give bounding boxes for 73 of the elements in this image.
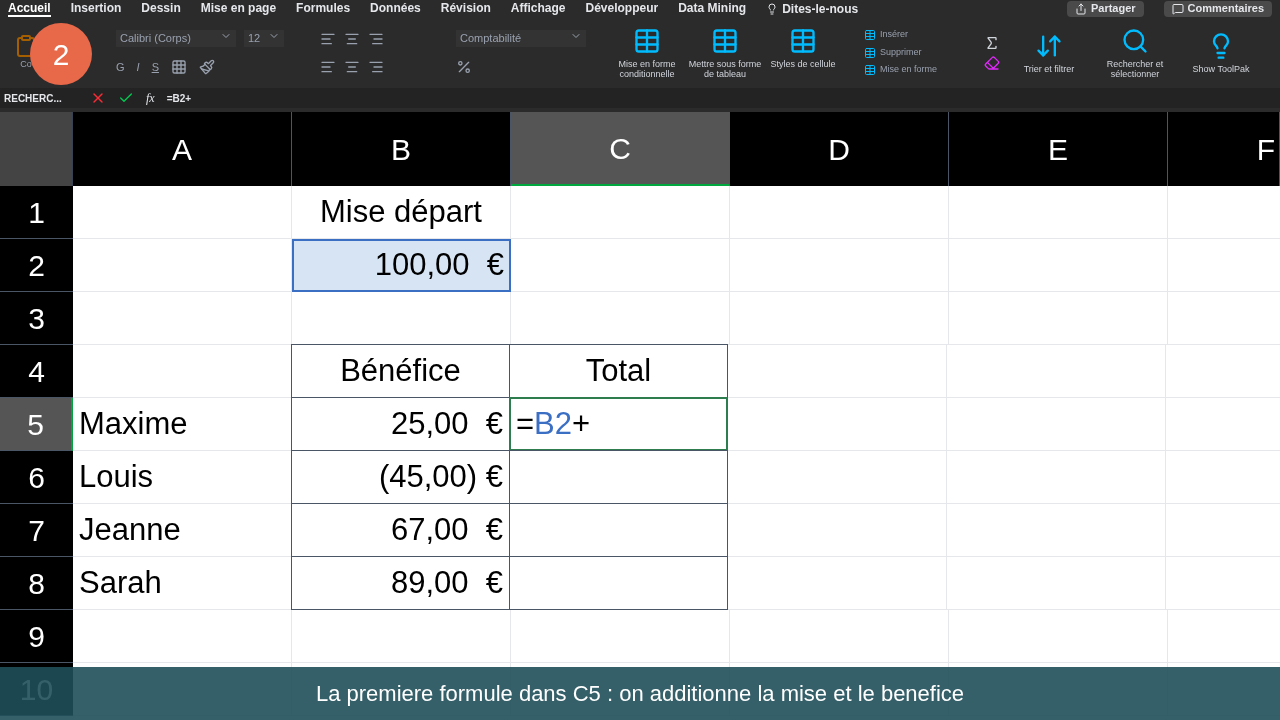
caption-text: La premiere formule dans C5 : on additionne la mise et le benefice [315,680,965,708]
row-header[interactable]: 5 [0,398,73,451]
cells-button[interactable]: Supprimer [864,45,964,60]
cells-button[interactable]: Mise en forme [864,63,964,77]
table-icon [864,46,876,59]
row-header[interactable]: 3 [0,292,73,345]
cell-text: Bénéfice [340,351,461,390]
table-icon [789,26,817,55]
ribbon-tab[interactable]: Accueil [8,0,51,17]
font-name-dropdown[interactable]: Calibri (Corps) [116,30,236,47]
borders-icon [170,58,187,75]
style-button[interactable]: Styles de cellule [766,26,840,79]
table-icon [864,64,876,76]
cell-text: 67,00 € [390,510,503,549]
style-button[interactable]: Mettre sous forme de tableau [688,26,762,79]
ribbon-tab[interactable]: Data Mining [678,0,747,17]
table-icon [864,29,876,41]
ribbon-tab[interactable]: Données [370,0,421,17]
sum-icon [984,34,1000,51]
cell-text: Maxime [79,404,188,443]
percent-icon [456,58,472,75]
table-icon [633,26,661,55]
step-badge: 2 [30,23,92,85]
function-label: fx [146,90,155,107]
row-header[interactable]: 6 [0,451,73,504]
cell-text: Sarah [79,563,162,602]
formula-field[interactable]: =B2+ [166,90,1280,106]
comment-icon [1171,2,1184,15]
name-box[interactable]: RECHERC... [0,90,78,106]
cell-text: Total [585,351,652,390]
sort-filter-button[interactable]: Trier et filtrer [1012,31,1086,74]
italic-button[interactable]: I [136,58,140,75]
cell-text: Mise départ [320,192,482,231]
row-header[interactable]: 9 [0,610,73,663]
ribbon-tab[interactable]: Insertion [70,0,122,17]
font-size-dropdown[interactable]: 12 [244,30,284,47]
cell-text: 100,00 € [374,245,504,284]
column-header[interactable]: C [511,112,730,186]
bold-button[interactable]: G [116,58,125,75]
row-header[interactable]: 2 [0,239,73,292]
cell-text: 25,00 € [390,404,503,443]
ribbon-tab[interactable]: Formules [296,0,351,17]
ribbon-tab[interactable]: Dessin [141,0,181,17]
fill-icon [198,58,215,75]
find-select-button[interactable]: Rechercher et sélectionner [1098,26,1172,79]
row-header[interactable]: 7 [0,504,73,557]
cell-text: (45,00) € [378,457,503,496]
row-header[interactable]: 4 [0,345,73,398]
ribbon-tab[interactable]: Mise en page [200,0,277,17]
ribbon-tab[interactable]: Révision [440,0,491,17]
lightbulb-icon [766,2,779,15]
cells-button[interactable]: Insérer [864,28,964,42]
paste-label: Co [20,57,32,71]
cell-text: Jeanne [79,510,181,549]
search-icon [1121,26,1149,55]
cell-text: Louis [79,457,154,496]
tell-me-field[interactable]: Dites-le-nous [766,0,859,18]
style-button[interactable]: Mise en forme conditionnelle [610,26,684,79]
row-header[interactable]: 8 [0,557,73,610]
top-button[interactable]: Partager [1066,0,1144,17]
share-icon [1074,2,1087,15]
top-button[interactable]: Commentaires [1163,0,1272,17]
ribbon-tab[interactable]: Affichage [510,0,566,17]
ribbon-tab[interactable]: Développeur [585,0,659,17]
select-all-corner[interactable] [0,112,73,186]
table-icon [711,26,739,55]
toolpak-button[interactable]: Show ToolPak [1184,31,1258,74]
cell-formula: =B2+ [516,404,591,443]
underline-button[interactable]: S [151,58,159,75]
eraser-icon [984,54,1000,71]
number-format-dropdown[interactable]: Comptabilité [456,30,586,47]
cell-text: 89,00 € [390,563,503,602]
row-header[interactable]: 1 [0,186,73,239]
